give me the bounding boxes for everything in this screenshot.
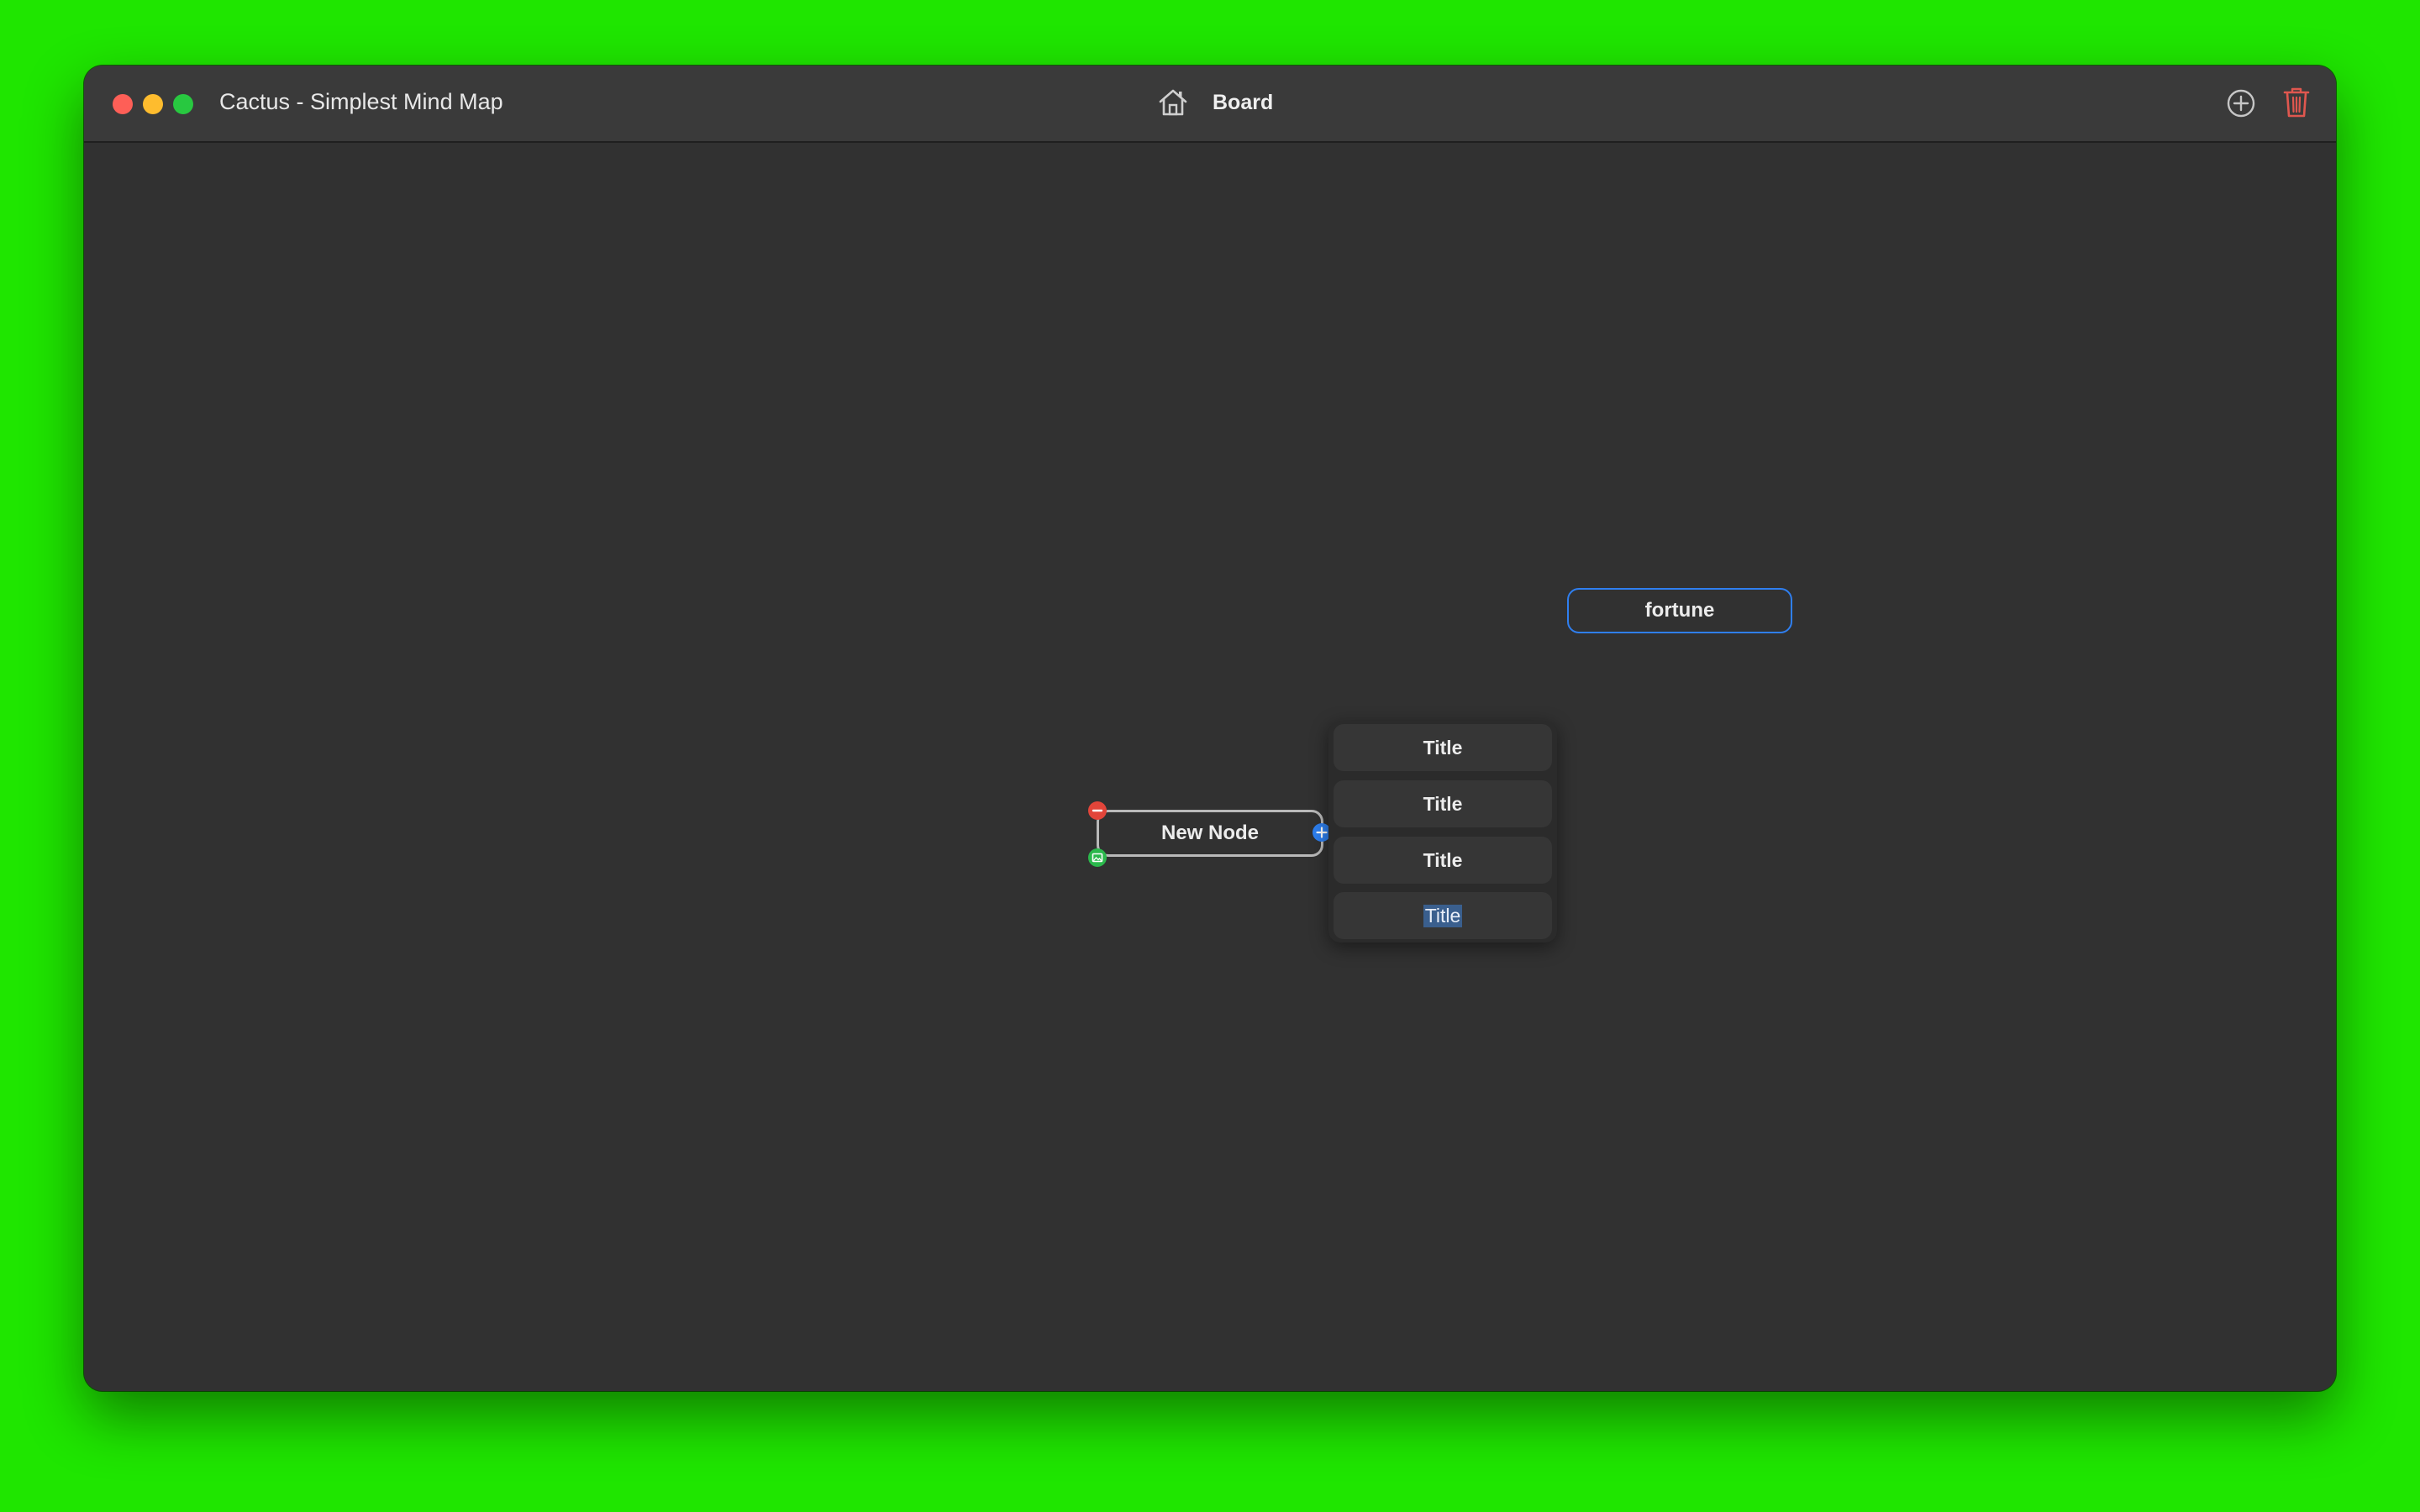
suggestion-label: Title	[1423, 792, 1463, 815]
minimize-window-button[interactable]	[143, 94, 163, 114]
node-fortune[interactable]: fortune	[1567, 588, 1792, 633]
suggestion-label: Title	[1423, 848, 1463, 871]
node-new-node[interactable]: New Node	[1097, 810, 1323, 857]
board-title: Board	[1213, 91, 1274, 114]
minus-circle-icon	[1092, 809, 1103, 812]
add-node-button[interactable]	[2225, 87, 2257, 119]
title-suggestions-popup: Title Title Title Title	[1328, 721, 1557, 942]
suggestion-text-input[interactable]: Title	[1423, 904, 1463, 927]
suggestion-label: Title	[1423, 736, 1463, 759]
delete-button[interactable]	[2282, 86, 2311, 119]
maximize-window-button[interactable]	[173, 94, 193, 114]
trash-icon	[2283, 87, 2310, 118]
remove-node-button[interactable]	[1088, 801, 1107, 820]
title-bar: Cactus - Simplest Mind Map Board	[84, 66, 2336, 143]
app-title: Cactus - Simplest Mind Map	[219, 89, 503, 114]
close-window-button[interactable]	[113, 94, 133, 114]
house-icon	[1159, 89, 1187, 116]
app-window: Cactus - Simplest Mind Map Board fortune…	[84, 66, 2336, 1391]
add-image-button[interactable]	[1088, 848, 1107, 867]
suggestion-item-editing[interactable]: Title	[1334, 892, 1552, 939]
suggestion-item[interactable]: Title	[1334, 724, 1552, 771]
image-icon	[1092, 853, 1103, 863]
node-label: fortune	[1644, 599, 1715, 622]
plus-circle-icon	[2227, 89, 2255, 118]
mind-map-canvas[interactable]: fortune New Node Title Title Title Title	[84, 143, 2336, 1391]
suggestion-item[interactable]: Title	[1334, 837, 1552, 884]
suggestion-item[interactable]: Title	[1334, 780, 1552, 827]
home-button[interactable]	[1156, 86, 1190, 119]
node-label: New Node	[1160, 822, 1259, 844]
